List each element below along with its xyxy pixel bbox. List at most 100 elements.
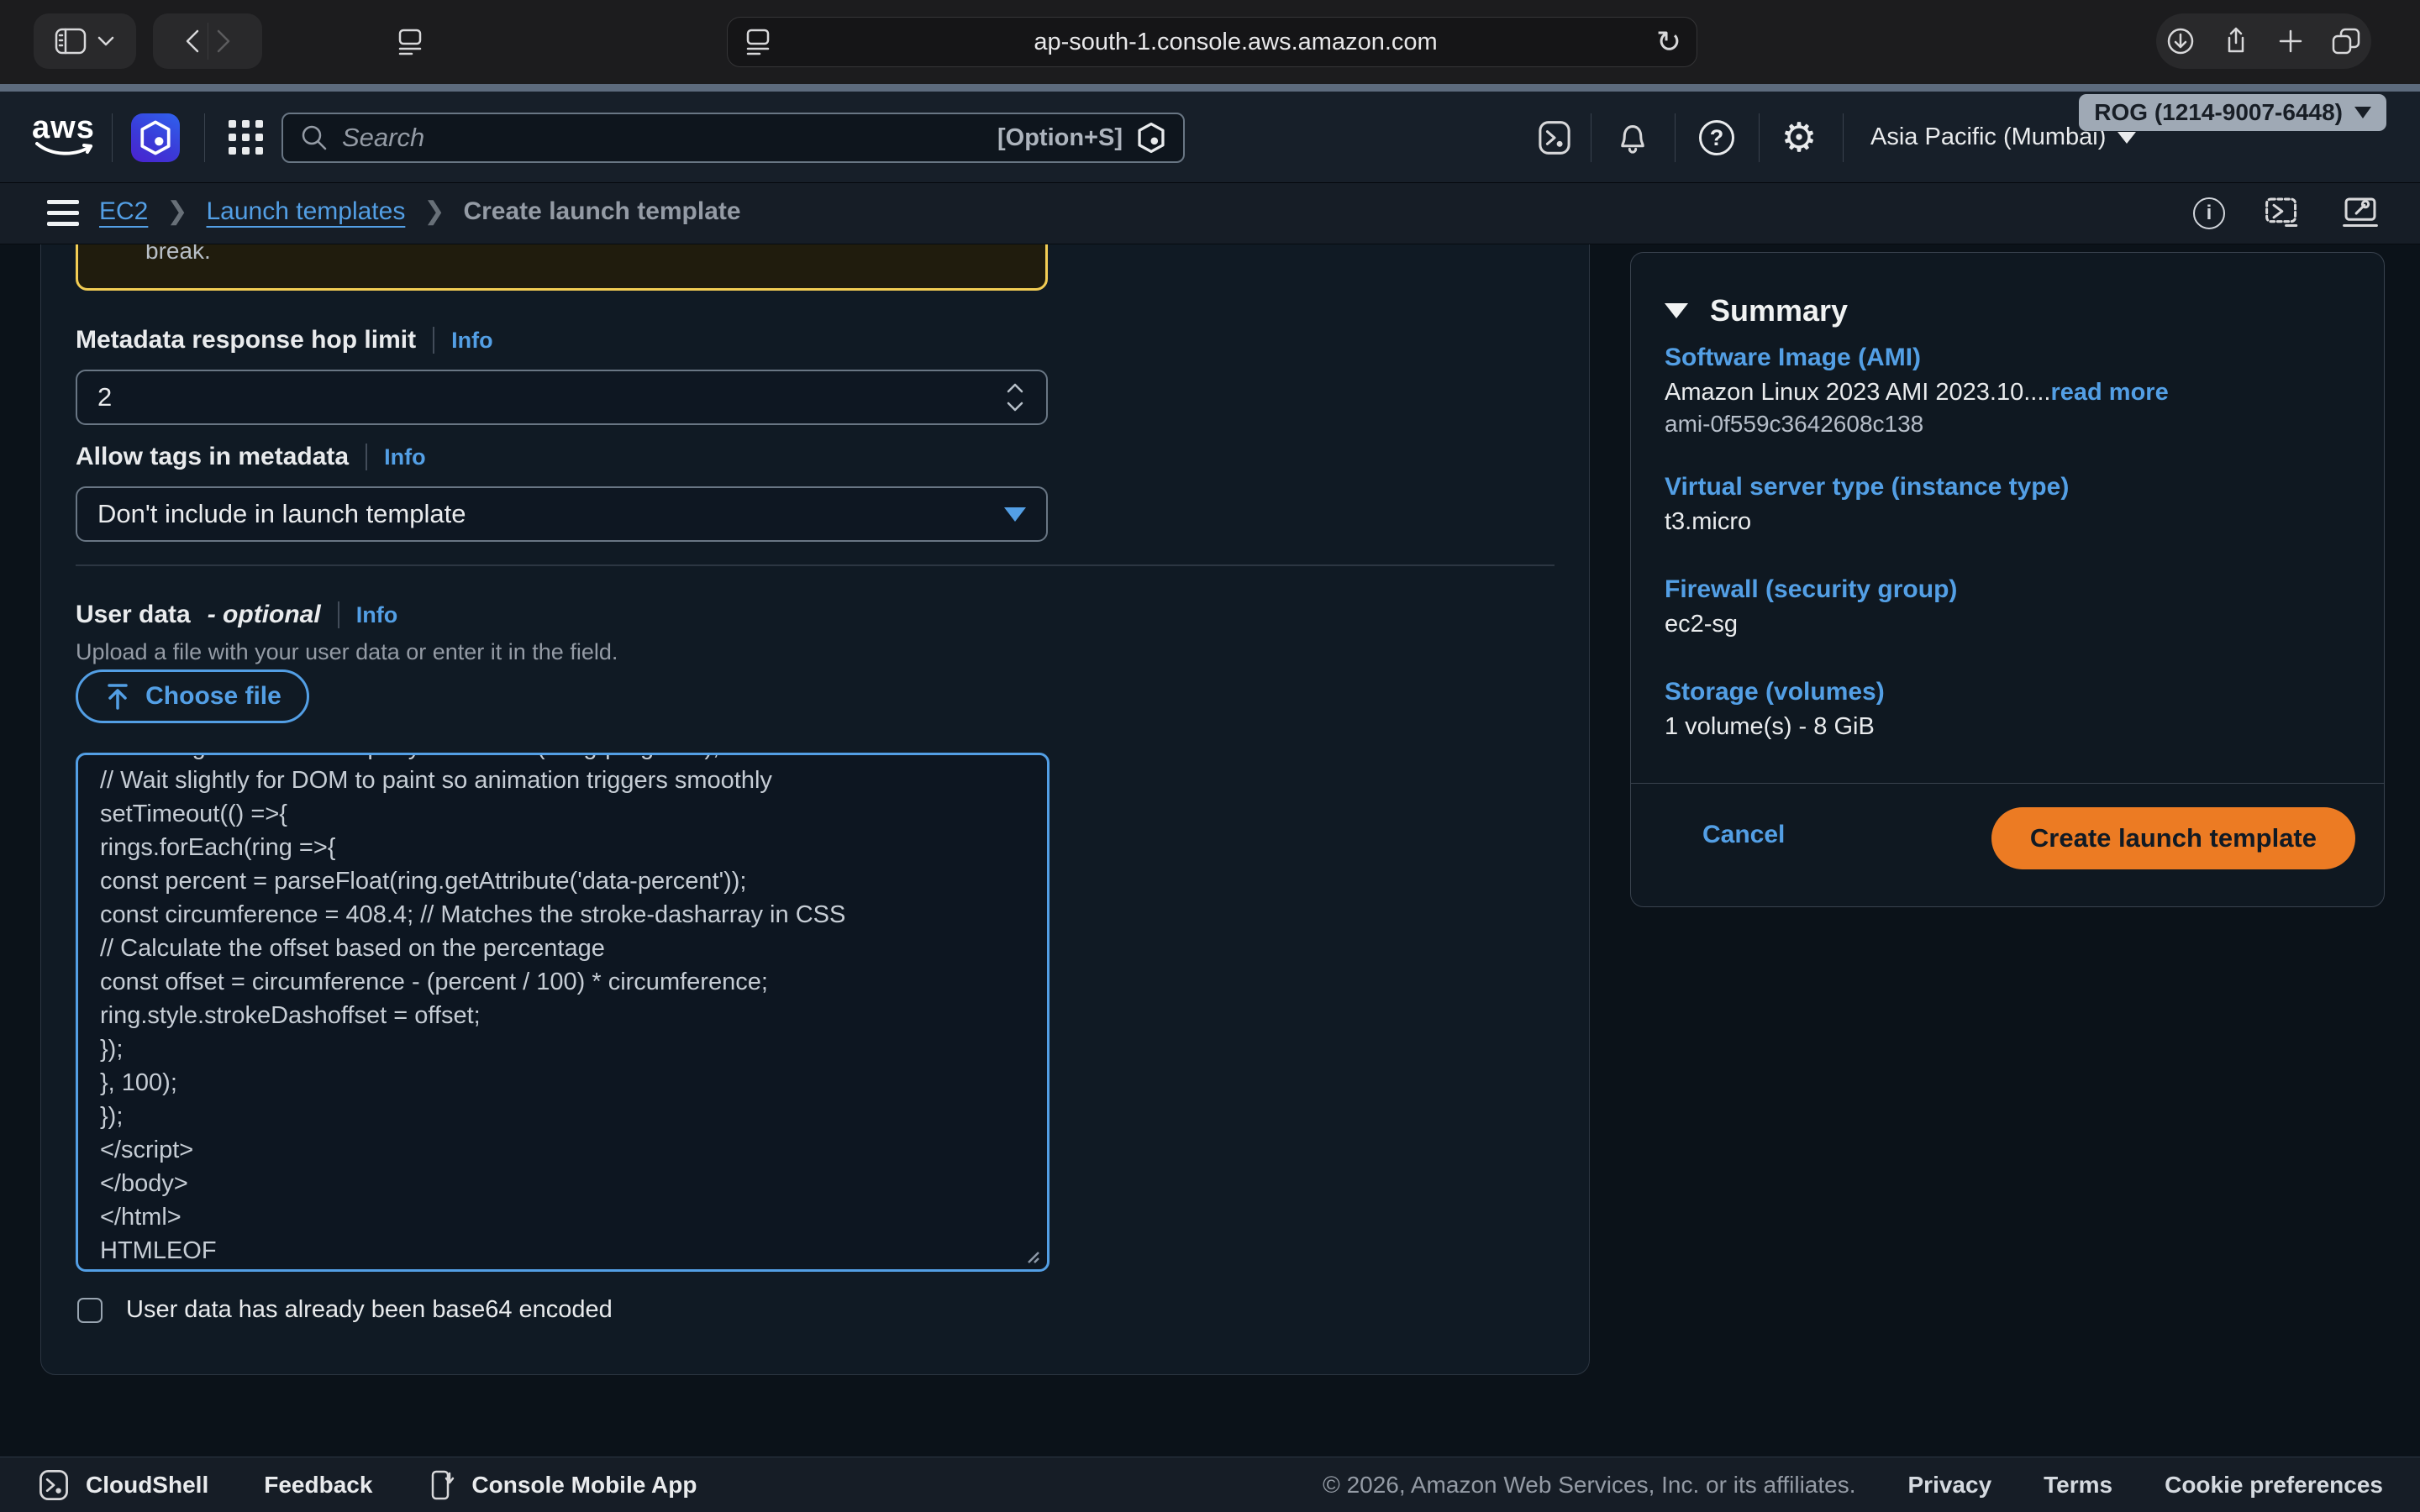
summary-ami-value: Amazon Linux 2023 AMI 2023.10....read mo… [1665, 379, 2169, 407]
allow-tags-info-link[interactable]: Info [384, 444, 425, 470]
summary-instance-value: t3.micro [1665, 508, 1751, 536]
nav-separator [1759, 113, 1760, 162]
collapse-caret-icon [1665, 303, 1688, 318]
new-tab-icon[interactable] [2276, 27, 2305, 55]
chevron-down-icon [95, 33, 117, 50]
nav-separator [204, 113, 205, 162]
summary-firewall-heading[interactable]: Firewall (security group) [1665, 575, 1957, 604]
hop-limit-info-link[interactable]: Info [451, 328, 492, 354]
label-separator [433, 327, 434, 354]
device-tools-icon[interactable] [2341, 195, 2380, 232]
cloudshell-button[interactable] [1534, 117, 1576, 159]
aws-smile-icon [32, 141, 96, 158]
footer-privacy-link[interactable]: Privacy [1908, 1472, 1992, 1499]
base64-checkbox[interactable] [77, 1298, 103, 1323]
choose-file-button[interactable]: Choose file [76, 669, 309, 723]
label-separator [366, 444, 367, 470]
upload-icon [103, 681, 132, 711]
app-grid-icon[interactable] [229, 120, 263, 155]
gear-icon: ⚙ [1781, 114, 1817, 161]
section-divider [76, 564, 1555, 566]
url-text: ap-south-1.console.aws.amazon.com [775, 29, 1697, 56]
summary-ami-text: Amazon Linux 2023 AMI 2023.10.... [1665, 379, 2050, 406]
user-data-info-link[interactable]: Info [356, 602, 397, 628]
footer-mobile-app[interactable]: Console Mobile App [428, 1468, 697, 1502]
reader-icon[interactable] [741, 25, 775, 59]
console-footer: CloudShell Feedback Console Mobile App ©… [0, 1457, 2420, 1512]
hop-limit-input[interactable]: 2 [76, 370, 1048, 425]
back-icon[interactable] [177, 24, 208, 58]
code-line: setTimeout(() =>{ [100, 797, 1025, 831]
aws-logo[interactable]: aws [32, 110, 96, 164]
summary-storage-heading[interactable]: Storage (volumes) [1665, 678, 1885, 706]
user-data-textarea[interactable]: const rings = document.querySelectorAll(… [76, 753, 1050, 1272]
toolbar-action-group [2156, 13, 2371, 69]
breadcrumb-ec2[interactable]: EC2 [99, 197, 148, 226]
account-badge[interactable]: ROG (1214-9007-6448) [2079, 94, 2386, 131]
code-line: ring.style.strokeDashoffset = offset; [100, 999, 1025, 1032]
ec2-service-icon[interactable] [131, 113, 180, 162]
download-icon[interactable] [2165, 26, 2196, 56]
bell-icon [1614, 119, 1651, 156]
footer-cookies-link[interactable]: Cookie preferences [2165, 1472, 2383, 1499]
breadcrumb-bar: EC2 ❯ Launch templates ❯ Create launch t… [0, 183, 2420, 244]
settings-button[interactable]: ⚙ [1778, 117, 1820, 159]
summary-firewall-value: ec2-sg [1665, 611, 1738, 638]
help-button[interactable]: ? [1696, 117, 1738, 159]
aws-logo-text: aws [32, 110, 95, 145]
amazon-q-icon [1136, 122, 1166, 154]
summary-header[interactable]: Summary [1665, 293, 1848, 328]
resize-handle-icon[interactable] [1022, 1246, 1040, 1264]
menu-button[interactable] [47, 200, 79, 226]
forward-icon[interactable] [208, 24, 239, 58]
share-icon[interactable] [2221, 26, 2251, 56]
breadcrumb: EC2 ❯ Launch templates ❯ Create launch t… [99, 197, 741, 226]
search-input[interactable]: Search [Option+S] [281, 113, 1185, 163]
footer-feedback[interactable]: Feedback [264, 1472, 372, 1499]
read-more-link[interactable]: read more [2050, 379, 2168, 406]
nav-separator [1843, 113, 1844, 162]
create-launch-template-button[interactable]: Create launch template [1991, 807, 2355, 869]
address-bar[interactable]: ap-south-1.console.aws.amazon.com ↻ [727, 17, 1697, 67]
region-label: Asia Pacific (Mumbai) [1870, 123, 2106, 151]
code-line: }, 100); [100, 1066, 1025, 1100]
chevron-right-icon: ❯ [424, 197, 445, 226]
footer-copyright: © 2026, Amazon Web Services, Inc. or its… [1323, 1472, 1855, 1499]
info-icon[interactable]: i [2193, 197, 2225, 229]
cancel-button[interactable]: Cancel [1702, 821, 1785, 849]
code-line: // Wait slightly for DOM to paint so ani… [100, 764, 1025, 797]
summary-ami-heading[interactable]: Software Image (AMI) [1665, 344, 1921, 372]
allow-tags-select[interactable]: Don't include in launch template [76, 486, 1048, 542]
tab-overview-icon[interactable] [2330, 26, 2362, 56]
base64-checkbox-label: User data has already been base64 encode… [126, 1296, 613, 1324]
history-nav-buttons [153, 13, 262, 69]
code-line: const percent = parseFloat(ring.getAttri… [100, 864, 1025, 898]
hop-limit-label: Metadata response hop limit [76, 326, 416, 354]
stepper-icon[interactable] [1004, 379, 1026, 416]
cloudshell-panel-icon[interactable] [2264, 195, 2302, 232]
warning-text: break. [145, 244, 211, 264]
search-icon [300, 123, 329, 152]
code-line-clipped: const rings = document.querySelectorAll(… [100, 753, 1025, 764]
footer-cloudshell[interactable]: CloudShell [37, 1468, 208, 1502]
summary-instance-heading[interactable]: Virtual server type (instance type) [1665, 473, 2069, 501]
help-icon: ? [1699, 120, 1734, 155]
code-line: HTMLEOF [100, 1234, 1025, 1268]
notifications-button[interactable] [1612, 117, 1654, 159]
summary-storage-value: 1 volume(s) - 8 GiB [1665, 713, 1875, 741]
cloudshell-icon [1536, 119, 1573, 156]
label-separator [338, 601, 339, 628]
reload-icon[interactable]: ↻ [1656, 27, 1681, 57]
sidebar-toggle-button[interactable] [34, 13, 136, 69]
page-format-icon[interactable] [393, 25, 427, 59]
code-line: const circumference = 408.4; // Matches … [100, 898, 1025, 932]
footer-terms-link[interactable]: Terms [2044, 1472, 2112, 1499]
select-caret-icon [1004, 507, 1026, 522]
summary-divider [1631, 783, 2384, 784]
search-shortcut: [Option+S] [997, 124, 1123, 152]
window-divider-strip [0, 84, 2420, 92]
code-line: </script> [100, 1133, 1025, 1167]
caret-down-icon [2354, 107, 2371, 118]
caret-down-icon [2118, 132, 2136, 144]
breadcrumb-launch-templates[interactable]: Launch templates [207, 197, 406, 226]
